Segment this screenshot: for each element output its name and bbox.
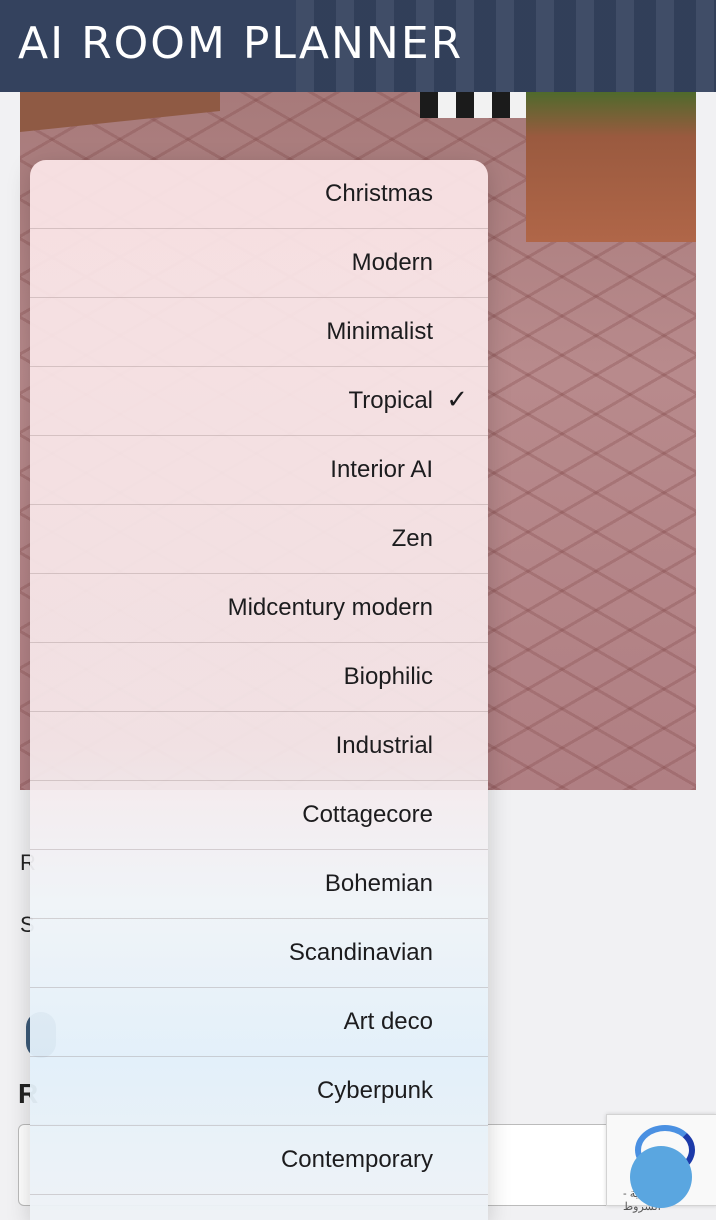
option-contemporary[interactable]: Contemporary (30, 1126, 488, 1195)
option-label: Christmas (324, 180, 433, 207)
option-label: Tropical (348, 387, 433, 414)
floating-chat-button[interactable] (630, 1146, 692, 1208)
option-cyberpunk[interactable]: Cyberpunk (30, 1057, 488, 1126)
app-title: AI ROOM PLANNER (18, 18, 464, 69)
option-tropical[interactable]: Tropical ✓ (30, 367, 488, 436)
option-label: Zen (391, 525, 433, 552)
option-cottagecore[interactable]: Cottagecore (30, 781, 488, 850)
option-label: Biophilic (343, 663, 433, 690)
option-art-deco[interactable]: Art deco (30, 988, 488, 1057)
option-label: Art deco (343, 1008, 433, 1035)
option-label: Scandinavian (288, 939, 433, 966)
option-bohemian[interactable]: Bohemian (30, 850, 488, 919)
option-label: Bohemian (324, 870, 433, 897)
option-label: Cottagecore (302, 801, 433, 828)
photo-wall-left (20, 92, 220, 132)
option-label: Midcentury modern (227, 594, 433, 621)
option-label: Cyberpunk (316, 1077, 433, 1104)
option-label: Contemporary (280, 1146, 433, 1173)
option-christmas[interactable]: Christmas (30, 160, 488, 229)
app-header: AI ROOM PLANNER (0, 0, 716, 92)
photo-wall-right (526, 92, 696, 242)
option-biophilic[interactable]: Biophilic (30, 643, 488, 712)
option-interior-ai[interactable]: Interior AI (30, 436, 488, 505)
option-label: Modern (351, 249, 433, 276)
photo-steps (420, 92, 530, 118)
checkmark-icon: ✓ (446, 385, 468, 415)
option-label: Industrial (335, 732, 433, 759)
option-industrial[interactable]: Industrial (30, 712, 488, 781)
option-zen[interactable]: Zen (30, 505, 488, 574)
style-picker-menu[interactable]: Christmas Modern Minimalist Tropical ✓ In… (30, 160, 488, 1220)
option-midcentury-modern[interactable]: Midcentury modern (30, 574, 488, 643)
option-label: Minimalist (326, 318, 433, 345)
option-modern[interactable]: Modern (30, 229, 488, 298)
option-scandinavian[interactable]: Scandinavian (30, 919, 488, 988)
option-minimalist[interactable]: Minimalist (30, 298, 488, 367)
option-label: Interior AI (330, 456, 433, 483)
